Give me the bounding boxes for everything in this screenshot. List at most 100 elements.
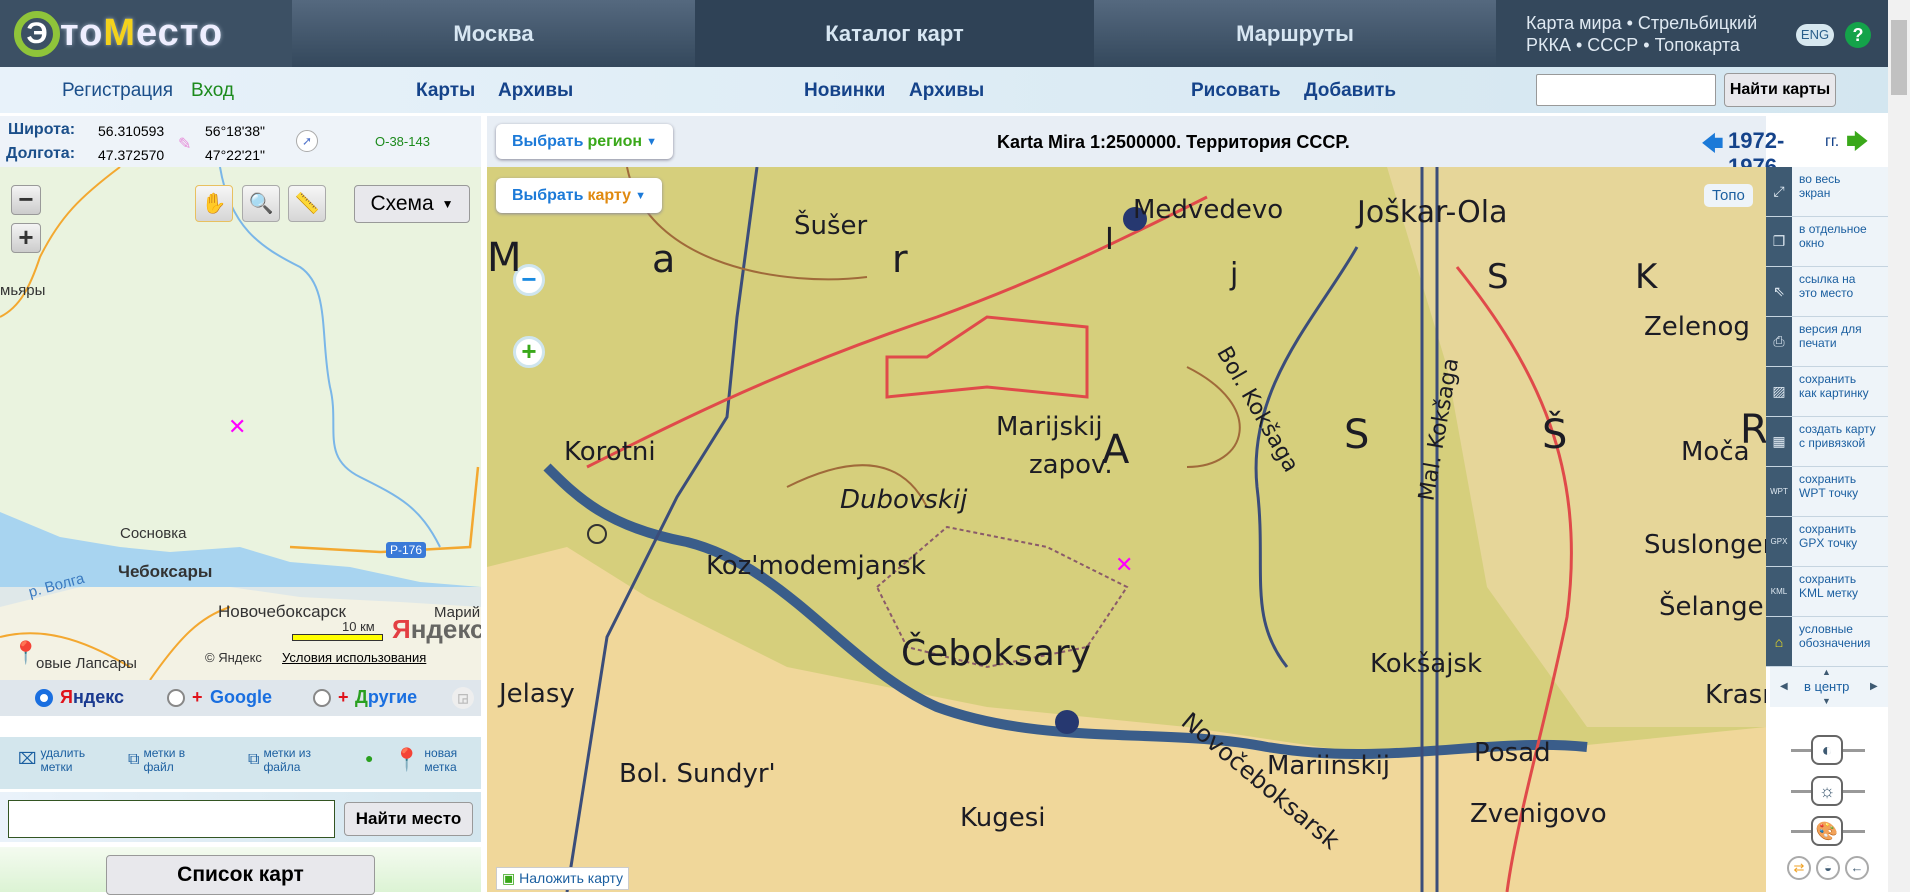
map-list-button[interactable]: Список карт <box>106 855 375 895</box>
action-georeference[interactable]: ▦ создать карту с привязкой <box>1766 417 1888 467</box>
palette-icon[interactable]: 🎨 <box>1811 816 1843 846</box>
zoom-out-button[interactable]: − <box>11 185 41 215</box>
map-label: Koz'modemjansk <box>706 551 926 581</box>
overlay-map-button[interactable]: ▣ Наложить карту <box>496 867 630 890</box>
half-icon[interactable]: ◒ <box>1816 856 1840 880</box>
next-year-arrow-icon[interactable]: 🡆 <box>1846 125 1869 163</box>
pan-tool-button[interactable]: ✋ <box>195 185 233 222</box>
language-button[interactable]: ENG <box>1796 24 1834 46</box>
catalog-archives-link[interactable]: Архивы <box>909 80 984 102</box>
pencil-icon[interactable]: ✎ <box>178 134 191 154</box>
maps-link[interactable]: Карты <box>416 80 475 102</box>
nav-catalog[interactable]: Каталог карт <box>695 0 1094 67</box>
map-search-input[interactable] <box>1536 74 1716 106</box>
action-print[interactable]: ⎙ версия для печати <box>1766 317 1888 367</box>
find-maps-button[interactable]: Найти карты <box>1724 73 1836 107</box>
radio-yandex[interactable] <box>35 689 53 707</box>
latitude-value: 56.310593 <box>98 123 165 139</box>
contrast-icon[interactable]: ◐ <box>1811 735 1843 765</box>
pan-control: ▲ ◀ в центр ▶ ▼ <box>1770 667 1888 707</box>
add-link[interactable]: Добавить <box>1304 80 1396 102</box>
prev-year-arrow-icon[interactable]: 🡄 <box>1701 127 1724 165</box>
compass-icon[interactable]: ➚ <box>296 130 318 152</box>
new-mark-pin-icon: 📍 <box>393 747 421 772</box>
pan-right-icon[interactable]: ▶ <box>1870 681 1878 692</box>
label: сохранить <box>1799 522 1857 536</box>
pan-left-icon[interactable]: ◀ <box>1780 681 1788 692</box>
place-search-input[interactable] <box>8 800 335 838</box>
register-link[interactable]: Регистрация <box>62 80 173 102</box>
location-pin-icon[interactable]: 📍 <box>12 640 39 666</box>
zoom-area-button[interactable]: 🔍 <box>242 185 280 222</box>
action-link[interactable]: ⇖ ссылка на это место <box>1766 267 1888 317</box>
map-types-line1[interactable]: Карта мира • Стрельбицкий <box>1526 12 1888 34</box>
sheet-number[interactable]: O-38-143 <box>375 134 430 149</box>
swap-icon[interactable]: ⇄ <box>1787 856 1811 880</box>
zoom-in-button[interactable]: + <box>11 223 41 253</box>
radio-other[interactable] <box>313 689 331 707</box>
select-region-button[interactable]: Выбрать регион ▼ <box>496 124 673 159</box>
label: сохранить <box>1799 472 1857 486</box>
label: это место <box>1799 286 1854 300</box>
mark-color-icon[interactable]: ● <box>365 751 373 765</box>
action-save-wpt[interactable]: WPT сохранить WPT точку <box>1766 467 1888 517</box>
select-map-button[interactable]: Выбрать карту ▼ <box>496 178 662 213</box>
terms-link[interactable]: Условия использования <box>282 650 426 665</box>
map-label: S <box>1344 412 1370 458</box>
nav-moscow[interactable]: Москва <box>292 0 695 67</box>
map-type-select[interactable]: Схема ▼ <box>354 185 470 223</box>
label: во весь <box>1799 172 1841 186</box>
label: сохранить <box>1799 372 1857 386</box>
map-label: K <box>1635 257 1658 297</box>
zoom-in-button[interactable]: + <box>513 336 545 368</box>
map-label: Korotni <box>564 437 656 467</box>
scrollbar[interactable] <box>1888 0 1910 892</box>
overview-map[interactable]: − + мьяры Сосновка Чебоксары р. Волга Но… <box>0 167 481 680</box>
action-new-window[interactable]: ❐ в отдельное окно <box>1766 217 1888 267</box>
back-arrow-icon[interactable]: ← <box>1845 856 1869 880</box>
center-button[interactable]: в центр <box>1804 679 1849 694</box>
draw-link[interactable]: Рисовать <box>1191 80 1281 102</box>
longitude-value: 47.372570 <box>98 147 165 163</box>
map-label: овые Лапсары <box>36 655 137 672</box>
pan-up-icon[interactable]: ▲ <box>1822 667 1831 677</box>
action-fullscreen[interactable]: ⤢ во весь экран <box>1766 167 1888 217</box>
printer-icon: ⎙ <box>1766 317 1792 366</box>
action-save-gpx[interactable]: GPX сохранить GPX точку <box>1766 517 1888 567</box>
longitude-dms: 47°22'21" <box>205 147 265 163</box>
delete-marks-icon: ⌧ <box>18 751 37 768</box>
login-link[interactable]: Вход <box>191 80 234 102</box>
logo[interactable]: Э тоМесто <box>0 0 292 67</box>
action-legend[interactable]: ⌂ условные обозначения <box>1766 617 1888 667</box>
new-mark-button[interactable]: 📍 новая метка <box>393 746 457 774</box>
nav-routes[interactable]: Маршруты <box>1094 0 1496 67</box>
ruler-button[interactable]: 📏 <box>288 185 326 222</box>
new-maps-link[interactable]: Новинки <box>804 80 885 102</box>
action-save-kml[interactable]: KML сохранить KML метку <box>1766 567 1888 617</box>
archives-link[interactable]: Архивы <box>498 80 573 102</box>
scrollbar-thumb[interactable] <box>1891 20 1907 95</box>
map-label: Чебоксары <box>118 562 213 581</box>
map-label: Jelasy <box>499 679 575 709</box>
label: ссылка на <box>1799 272 1856 286</box>
brightness-icon[interactable]: ☼ <box>1811 776 1843 806</box>
marks-to-file-button[interactable]: ⧉ метки в файл <box>128 746 185 774</box>
action-save-image[interactable]: ▨ сохранить как картинку <box>1766 367 1888 417</box>
expand-icon[interactable]: ◲ <box>452 687 474 709</box>
historical-map[interactable]: Выбрать карту ▼ − + Топо ✕ Šušer Medvedevo… <box>487 167 1766 892</box>
longitude-label: Долгота: <box>6 145 76 162</box>
provider-other-label[interactable]: Другие <box>355 687 417 708</box>
radio-google[interactable] <box>167 689 185 707</box>
marks-from-file-button[interactable]: ⧉ метки из файла <box>248 746 311 774</box>
delete-marks-button[interactable]: ⌧ удалить метки <box>18 746 85 774</box>
provider-selector: Яндекс + Google + Другие ◲ <box>0 680 481 716</box>
help-icon[interactable]: ? <box>1845 22 1871 48</box>
cursor-icon: ⇖ <box>1766 267 1792 316</box>
image-icon: ▨ <box>1766 367 1792 416</box>
provider-google-label[interactable]: Google <box>210 687 272 708</box>
topo-button[interactable]: Топо <box>1704 184 1753 207</box>
pan-down-icon[interactable]: ▼ <box>1822 696 1831 706</box>
find-place-button[interactable]: Найти место <box>344 802 473 836</box>
provider-yandex-label[interactable]: Яндекс <box>60 687 124 708</box>
overlay-icon: ▣ <box>502 870 520 886</box>
